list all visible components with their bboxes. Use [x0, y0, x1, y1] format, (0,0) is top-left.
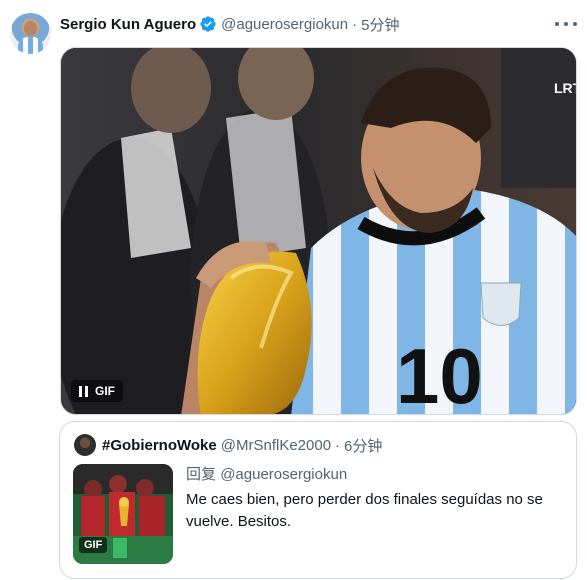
author-name[interactable]: Sergio Kun Aguero — [60, 16, 196, 33]
svg-text:10: 10 — [396, 332, 483, 415]
more-options-icon[interactable] — [555, 14, 577, 34]
svg-text:LRT: LRT — [554, 80, 577, 96]
quoted-separator-dot: · — [335, 437, 341, 454]
author-avatar[interactable] — [10, 13, 51, 54]
quoted-gif-badge: GIF — [79, 537, 108, 553]
quoted-tweet-header: #GobiernoWoke @MrSnflKe2000 · 6分钟 — [102, 435, 382, 456]
tweet-header: Sergio Kun Aguero @aguerosergiokun · 5分钟 — [60, 14, 399, 34]
reply-to-handle[interactable]: @aguerosergiokun — [220, 466, 347, 483]
avatar-shirt — [18, 37, 43, 54]
gif-playback-control[interactable]: GIF — [71, 380, 123, 402]
quoted-author-avatar[interactable] — [74, 434, 96, 456]
gif-frame-image: LRT 10 — [61, 48, 577, 415]
reply-prefix: 回复 — [186, 466, 217, 483]
pause-icon — [79, 385, 88, 397]
quoted-tweet-text: Me caes bien, pero perder dos finales se… — [186, 491, 543, 530]
tweet-gif-media[interactable]: LRT 10 GIF — [60, 47, 577, 415]
quoted-author-name[interactable]: #GobiernoWoke — [102, 437, 217, 454]
gif-badge: GIF — [95, 384, 115, 398]
separator-dot: · — [352, 15, 358, 33]
quoted-author-handle[interactable]: @MrSnflKe2000 — [221, 437, 331, 454]
quoted-timestamp[interactable]: 6分钟 — [344, 435, 382, 456]
avatar-head — [24, 21, 37, 36]
reply-context: 回复 @aguerosergiokun — [186, 463, 347, 484]
author-handle[interactable]: @aguerosergiokun — [221, 16, 348, 33]
quoted-tweet[interactable]: #GobiernoWoke @MrSnflKe2000 · 6分钟 GIF 回复… — [59, 421, 577, 579]
verified-badge-icon — [200, 16, 216, 32]
tweet-timestamp[interactable]: 5分钟 — [361, 14, 399, 35]
quoted-gif-thumbnail[interactable]: GIF — [73, 464, 173, 564]
